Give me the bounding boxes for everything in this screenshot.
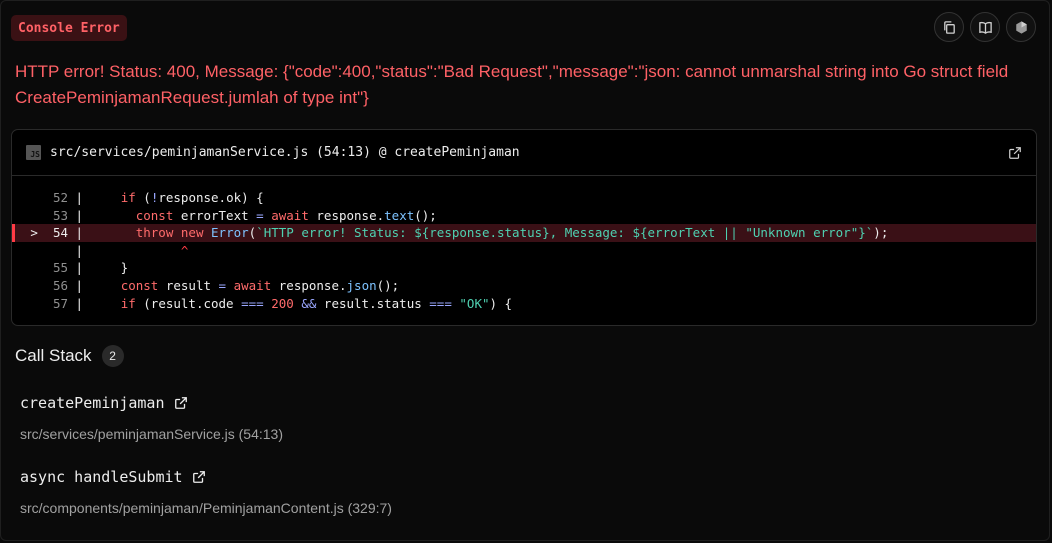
external-link-icon[interactable] bbox=[1008, 146, 1022, 160]
external-link-icon[interactable] bbox=[174, 396, 188, 410]
call-stack-label: Call Stack bbox=[15, 346, 92, 365]
code-line-caret: | ^ bbox=[12, 242, 1036, 260]
code-lines: 52 | if (!response.ok) { 53 | const erro… bbox=[12, 176, 1036, 312]
code-line-55: 55 | } bbox=[12, 259, 1036, 277]
code-frame-header: JS src/services/peminjamanService.js (54… bbox=[12, 130, 1036, 176]
copy-button[interactable] bbox=[934, 12, 964, 42]
stack-frame-function-name: async handleSubmit bbox=[20, 468, 183, 486]
code-line-56: 56 | const result = await response.json(… bbox=[12, 277, 1036, 295]
header-actions bbox=[934, 12, 1036, 42]
line-number: 52 bbox=[52, 190, 68, 205]
line-number: 55 bbox=[52, 260, 68, 276]
docs-button[interactable] bbox=[970, 12, 1000, 42]
nextjs-icon bbox=[1015, 20, 1027, 34]
stack-frame[interactable]: async handleSubmit src/components/peminj… bbox=[20, 468, 392, 516]
line-number: 57 bbox=[52, 295, 68, 311]
call-stack-title: Call Stack 2 bbox=[15, 345, 124, 367]
code-line-52: 52 | if (!response.ok) { bbox=[12, 189, 1036, 207]
js-file-icon: JS bbox=[26, 145, 41, 160]
line-number: > 54 bbox=[30, 225, 68, 241]
code-frame: JS src/services/peminjamanService.js (54… bbox=[11, 129, 1037, 326]
code-line-57: 57 | if (result.code === 200 && result.s… bbox=[12, 295, 1036, 313]
code-line-53: 53 | const errorText = await response.te… bbox=[12, 207, 1036, 225]
external-link-icon[interactable] bbox=[192, 470, 206, 484]
line-number: 53 bbox=[52, 207, 68, 223]
error-overlay: Console Error HTTP error! Status: 400, M… bbox=[0, 0, 1050, 541]
line-number bbox=[12, 242, 68, 260]
stack-frame-function: createPeminjaman bbox=[20, 394, 283, 412]
docs-icon bbox=[978, 21, 992, 34]
stack-frame-location: src/components/peminjaman/PeminjamanCont… bbox=[20, 500, 392, 516]
stack-frame-location: src/services/peminjamanService.js (54:13… bbox=[20, 426, 283, 442]
stack-frame-function-name: createPeminjaman bbox=[20, 394, 165, 412]
console-error-badge: Console Error bbox=[11, 15, 127, 41]
line-number: 56 bbox=[52, 277, 68, 293]
code-frame-location: src/services/peminjamanService.js (54:13… bbox=[50, 145, 520, 160]
copy-icon bbox=[943, 20, 955, 34]
nextjs-button[interactable] bbox=[1006, 12, 1036, 42]
call-stack-count: 2 bbox=[101, 345, 124, 367]
code-line-54-error: > 54 | throw new Error(`HTTP error! Stat… bbox=[12, 224, 1036, 242]
error-message: HTTP error! Status: 400, Message: {"code… bbox=[15, 62, 1009, 107]
stack-frame-function: async handleSubmit bbox=[20, 468, 392, 486]
stack-frame[interactable]: createPeminjaman src/services/peminjaman… bbox=[20, 394, 283, 442]
